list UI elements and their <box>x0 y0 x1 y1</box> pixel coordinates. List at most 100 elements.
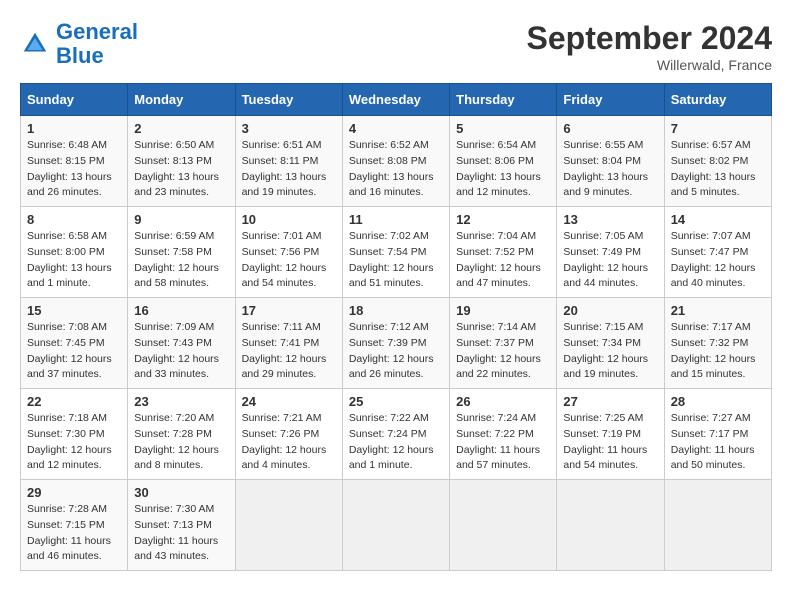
header-tuesday: Tuesday <box>235 84 342 116</box>
day-info: Sunrise: 7:20 AMSunset: 7:28 PMDaylight:… <box>134 411 228 474</box>
calendar-cell: 14 Sunrise: 7:07 AMSunset: 7:47 PMDayligh… <box>664 207 771 298</box>
day-number: 21 <box>671 303 765 318</box>
day-number: 8 <box>27 212 121 227</box>
header-sunday: Sunday <box>21 84 128 116</box>
calendar-cell: 29Sunrise: 7:28 AMSunset: 7:15 PMDayligh… <box>21 480 128 571</box>
day-info: Sunrise: 6:50 AMSunset: 8:13 PMDaylight:… <box>134 138 228 201</box>
page-header: General Blue September 2024 Willerwald, … <box>20 20 772 73</box>
day-number: 16 <box>134 303 228 318</box>
calendar-cell: 13 Sunrise: 7:05 AMSunset: 7:49 PMDayligh… <box>557 207 664 298</box>
day-number: 10 <box>242 212 336 227</box>
calendar-cell <box>664 480 771 571</box>
day-number: 5 <box>456 121 550 136</box>
calendar-cell: 5 Sunrise: 6:54 AMSunset: 8:06 PMDaylight… <box>450 116 557 207</box>
calendar-cell: 27 Sunrise: 7:25 AMSunset: 7:19 PMDayligh… <box>557 389 664 480</box>
day-number: 9 <box>134 212 228 227</box>
title-block: September 2024 Willerwald, France <box>527 20 772 73</box>
calendar-cell: 6 Sunrise: 6:55 AMSunset: 8:04 PMDaylight… <box>557 116 664 207</box>
calendar-cell: 10 Sunrise: 7:01 AMSunset: 7:56 PMDayligh… <box>235 207 342 298</box>
day-number: 19 <box>456 303 550 318</box>
header-wednesday: Wednesday <box>342 84 449 116</box>
logo-blue: Blue <box>56 43 104 68</box>
day-number: 12 <box>456 212 550 227</box>
day-number: 24 <box>242 394 336 409</box>
day-number: 3 <box>242 121 336 136</box>
day-number: 20 <box>563 303 657 318</box>
day-number: 13 <box>563 212 657 227</box>
day-info: Sunrise: 7:21 AMSunset: 7:26 PMDaylight:… <box>242 411 336 474</box>
calendar-week-3: 15Sunrise: 7:08 AMSunset: 7:45 PMDayligh… <box>21 298 772 389</box>
calendar-cell: 21 Sunrise: 7:17 AMSunset: 7:32 PMDayligh… <box>664 298 771 389</box>
day-info: Sunrise: 7:09 AMSunset: 7:43 PMDaylight:… <box>134 320 228 383</box>
logo-general: General <box>56 19 138 44</box>
header-thursday: Thursday <box>450 84 557 116</box>
logo: General Blue <box>20 20 138 68</box>
calendar-cell: 28Sunrise: 7:27 AMSunset: 7:17 PMDayligh… <box>664 389 771 480</box>
calendar-cell <box>557 480 664 571</box>
day-info: Sunrise: 7:12 AMSunset: 7:39 PMDaylight:… <box>349 320 443 383</box>
calendar-cell: 17 Sunrise: 7:11 AMSunset: 7:41 PMDayligh… <box>235 298 342 389</box>
day-number: 2 <box>134 121 228 136</box>
day-number: 29 <box>27 485 121 500</box>
calendar-cell: 9 Sunrise: 6:59 AMSunset: 7:58 PMDaylight… <box>128 207 235 298</box>
calendar-cell: 11 Sunrise: 7:02 AMSunset: 7:54 PMDayligh… <box>342 207 449 298</box>
day-number: 4 <box>349 121 443 136</box>
day-info: Sunrise: 7:11 AMSunset: 7:41 PMDaylight:… <box>242 320 336 383</box>
day-number: 30 <box>134 485 228 500</box>
day-info: Sunrise: 7:27 AMSunset: 7:17 PMDaylight:… <box>671 411 765 474</box>
day-info: Sunrise: 7:15 AMSunset: 7:34 PMDaylight:… <box>563 320 657 383</box>
day-info: Sunrise: 7:18 AMSunset: 7:30 PMDaylight:… <box>27 411 121 474</box>
day-number: 26 <box>456 394 550 409</box>
calendar-week-2: 8Sunrise: 6:58 AMSunset: 8:00 PMDaylight… <box>21 207 772 298</box>
day-number: 22 <box>27 394 121 409</box>
day-info: Sunrise: 7:17 AMSunset: 7:32 PMDaylight:… <box>671 320 765 383</box>
day-info: Sunrise: 7:22 AMSunset: 7:24 PMDaylight:… <box>349 411 443 474</box>
day-info: Sunrise: 6:54 AMSunset: 8:06 PMDaylight:… <box>456 138 550 201</box>
day-info: Sunrise: 7:24 AMSunset: 7:22 PMDaylight:… <box>456 411 550 474</box>
calendar-cell <box>342 480 449 571</box>
day-info: Sunrise: 6:51 AMSunset: 8:11 PMDaylight:… <box>242 138 336 201</box>
day-info: Sunrise: 7:01 AMSunset: 7:56 PMDaylight:… <box>242 229 336 292</box>
day-info: Sunrise: 7:05 AMSunset: 7:49 PMDaylight:… <box>563 229 657 292</box>
calendar-cell: 22 Sunrise: 7:18 AMSunset: 7:30 PMDayligh… <box>21 389 128 480</box>
day-number: 7 <box>671 121 765 136</box>
day-number: 17 <box>242 303 336 318</box>
header-saturday: Saturday <box>664 84 771 116</box>
day-info: Sunrise: 7:30 AMSunset: 7:13 PMDaylight:… <box>134 502 228 565</box>
day-info: Sunrise: 6:55 AMSunset: 8:04 PMDaylight:… <box>563 138 657 201</box>
calendar-cell <box>235 480 342 571</box>
header-friday: Friday <box>557 84 664 116</box>
day-info: Sunrise: 6:52 AMSunset: 8:08 PMDaylight:… <box>349 138 443 201</box>
calendar-cell: 7 Sunrise: 6:57 AMSunset: 8:02 PMDaylight… <box>664 116 771 207</box>
calendar-cell: 25Sunrise: 7:22 AMSunset: 7:24 PMDayligh… <box>342 389 449 480</box>
location: Willerwald, France <box>527 57 772 73</box>
calendar-cell: 30 Sunrise: 7:30 AMSunset: 7:13 PMDayligh… <box>128 480 235 571</box>
day-info: Sunrise: 6:57 AMSunset: 8:02 PMDaylight:… <box>671 138 765 201</box>
calendar-cell <box>450 480 557 571</box>
calendar-cell: 1Sunrise: 6:48 AMSunset: 8:15 PMDaylight… <box>21 116 128 207</box>
day-info: Sunrise: 7:04 AMSunset: 7:52 PMDaylight:… <box>456 229 550 292</box>
calendar-cell: 8Sunrise: 6:58 AMSunset: 8:00 PMDaylight… <box>21 207 128 298</box>
calendar-cell: 16 Sunrise: 7:09 AMSunset: 7:43 PMDayligh… <box>128 298 235 389</box>
day-number: 23 <box>134 394 228 409</box>
day-number: 18 <box>349 303 443 318</box>
day-number: 6 <box>563 121 657 136</box>
day-info: Sunrise: 7:25 AMSunset: 7:19 PMDaylight:… <box>563 411 657 474</box>
day-info: Sunrise: 6:59 AMSunset: 7:58 PMDaylight:… <box>134 229 228 292</box>
calendar-cell: 24 Sunrise: 7:21 AMSunset: 7:26 PMDayligh… <box>235 389 342 480</box>
day-info: Sunrise: 7:02 AMSunset: 7:54 PMDaylight:… <box>349 229 443 292</box>
calendar-cell: 15Sunrise: 7:08 AMSunset: 7:45 PMDayligh… <box>21 298 128 389</box>
calendar-cell: 3 Sunrise: 6:51 AMSunset: 8:11 PMDaylight… <box>235 116 342 207</box>
calendar-body: 1Sunrise: 6:48 AMSunset: 8:15 PMDaylight… <box>21 116 772 571</box>
calendar-cell: 2 Sunrise: 6:50 AMSunset: 8:13 PMDaylight… <box>128 116 235 207</box>
calendar-table: Sunday Monday Tuesday Wednesday Thursday… <box>20 83 772 571</box>
day-number: 15 <box>27 303 121 318</box>
calendar-cell: 4 Sunrise: 6:52 AMSunset: 8:08 PMDaylight… <box>342 116 449 207</box>
day-number: 27 <box>563 394 657 409</box>
calendar-week-5: 29Sunrise: 7:28 AMSunset: 7:15 PMDayligh… <box>21 480 772 571</box>
day-number: 11 <box>349 212 443 227</box>
calendar-cell: 23 Sunrise: 7:20 AMSunset: 7:28 PMDayligh… <box>128 389 235 480</box>
day-number: 14 <box>671 212 765 227</box>
day-info: Sunrise: 7:07 AMSunset: 7:47 PMDaylight:… <box>671 229 765 292</box>
calendar-week-1: 1Sunrise: 6:48 AMSunset: 8:15 PMDaylight… <box>21 116 772 207</box>
